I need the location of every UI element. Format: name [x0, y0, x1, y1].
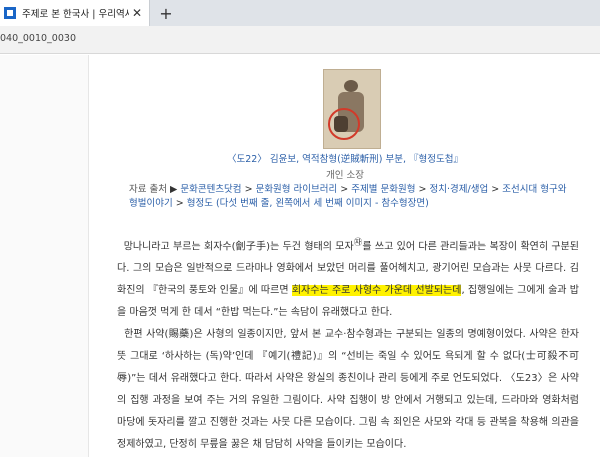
- source-link-politics[interactable]: 정치·경제/생업: [430, 184, 489, 195]
- new-tab-button[interactable]: +: [156, 3, 176, 23]
- tab-strip: 주제로 본 한국사 | 우리역사넷 ✕ +: [0, 0, 600, 26]
- source-link-theme[interactable]: 주제별 문화원형: [351, 184, 415, 195]
- tab-title: 주제로 본 한국사 | 우리역사넷: [22, 9, 129, 20]
- site-favicon-icon: [4, 7, 16, 19]
- execution-painting-image[interactable]: [323, 69, 381, 149]
- source-link-library[interactable]: 문화원형 라이브러리: [256, 184, 338, 195]
- source-link-hyeongjeongdo[interactable]: 형정도 (다섯 번째 줄, 왼쪽에서 세 번째 이미지 - 참수형장면): [187, 198, 429, 209]
- source-label: 자료 출처: [129, 184, 167, 195]
- paragraph-2-text: 한편 사약(賜藥)은 사형의 일종이지만, 앞서 본 교수·참수형과는 구분되는…: [117, 329, 579, 451]
- paragraph-2: 한편 사약(賜藥)은 사형의 일종이지만, 앞서 본 교수·참수형과는 구분되는…: [117, 324, 579, 456]
- source-breadcrumb: 자료 출처 ▶ 문화콘텐츠닷컴 > 문화원형 라이브러리 > 주제별 문화원형 …: [129, 183, 569, 211]
- page-background: 〈도22〉 김윤보, 역적참형(逆賊斬刑) 부분, 『형정도첩』 개인 소장 자…: [0, 55, 600, 457]
- source-link-culture-contents[interactable]: 문화콘텐츠닷컴: [180, 184, 241, 195]
- article-content: 〈도22〉 김윤보, 역적참형(逆賊斬刑) 부분, 『형정도첩』 개인 소장 자…: [88, 55, 600, 457]
- address-bar[interactable]: 040_0010_0030: [0, 26, 600, 54]
- paragraph-1: 망나니라고 부르는 회자수(劊子手)는 두건 형태의 모자㉶를 쓰고 있어 다른…: [117, 231, 579, 324]
- arrow-right-icon: ▶: [170, 184, 178, 195]
- figure-kneeling: [334, 116, 348, 132]
- browser-tab[interactable]: 주제로 본 한국사 | 우리역사넷 ✕: [0, 0, 150, 26]
- close-tab-icon[interactable]: ✕: [129, 5, 145, 21]
- figure-holder: 개인 소장: [326, 170, 364, 181]
- highlighted-text: 회자수는 주로 사형수 가운데 선발되는데: [291, 285, 462, 297]
- breadcrumb-separator: >: [340, 184, 349, 195]
- breadcrumb-separator: >: [244, 184, 253, 195]
- url-text[interactable]: 040_0010_0030: [0, 33, 76, 44]
- breadcrumb-separator: >: [418, 184, 427, 195]
- breadcrumb-separator: >: [175, 198, 184, 209]
- figure-head: [344, 80, 358, 92]
- figure-caption: 〈도22〉 김윤보, 역적참형(逆賊斬刑) 부분, 『형정도첩』: [227, 154, 463, 165]
- article-body: 망나니라고 부르는 회자수(劊子手)는 두건 형태의 모자㉶를 쓰고 있어 다른…: [117, 231, 579, 456]
- breadcrumb-separator: >: [491, 184, 500, 195]
- paragraph-1-text-start: 망나니라고 부르는 회자수(劊子手)는 두건 형태의 모자: [123, 241, 354, 253]
